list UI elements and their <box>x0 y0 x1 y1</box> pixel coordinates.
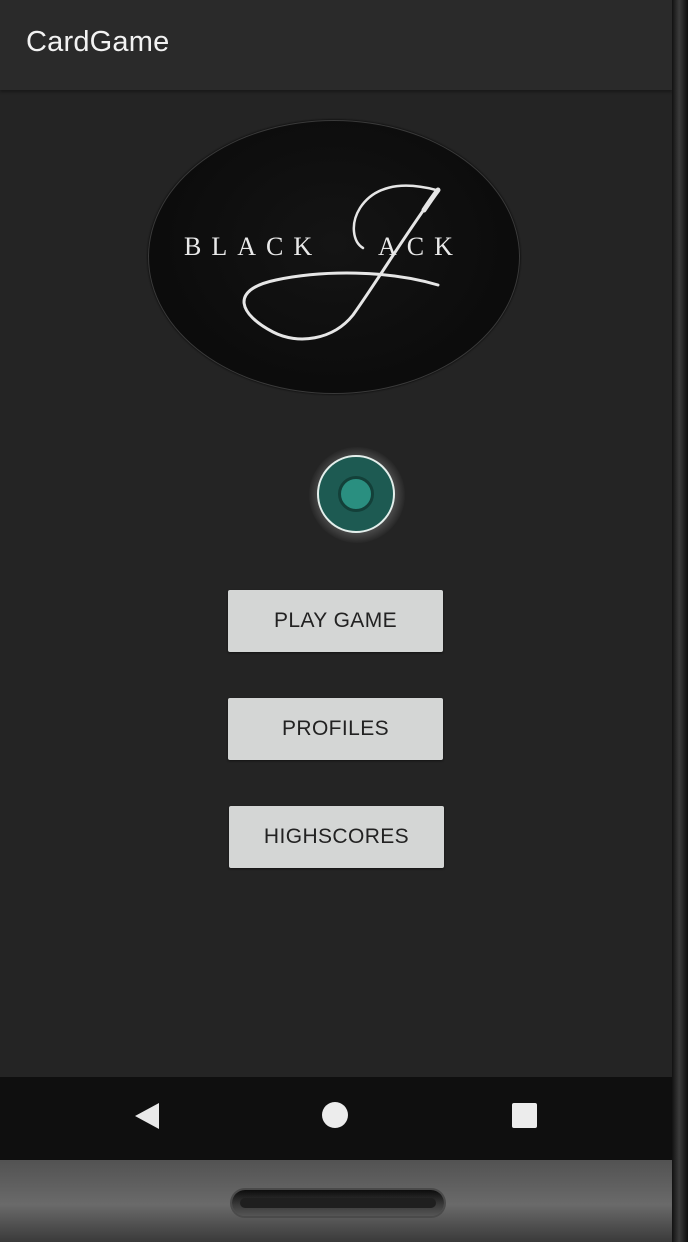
device-handle-slot <box>240 1198 436 1208</box>
play-game-button[interactable]: PLAY GAME <box>228 590 443 652</box>
app-screen: CardGame BLACK ACK PLAY GAME PROFILES HI… <box>0 0 672 1160</box>
home-icon[interactable] <box>322 1102 348 1128</box>
blackjack-logo: BLACK ACK <box>148 120 520 394</box>
app-bar: CardGame <box>0 0 672 90</box>
recents-icon[interactable] <box>512 1103 537 1128</box>
spinner-ring-icon <box>317 455 395 533</box>
device-bezel-right <box>672 0 688 1242</box>
logo-text-right: ACK <box>378 232 463 261</box>
back-icon[interactable] <box>135 1103 159 1129</box>
profiles-button[interactable]: PROFILES <box>228 698 443 760</box>
highscores-button[interactable]: HIGHSCORES <box>229 806 444 868</box>
system-navigation-bar <box>0 1077 672 1160</box>
logo-j-flourish-icon <box>242 184 441 341</box>
device-frame: CardGame BLACK ACK PLAY GAME PROFILES HI… <box>0 0 688 1242</box>
spinner-core-icon <box>338 476 374 512</box>
device-home-handle <box>232 1190 444 1216</box>
app-title: CardGame <box>26 26 170 58</box>
loading-spinner <box>309 447 405 543</box>
